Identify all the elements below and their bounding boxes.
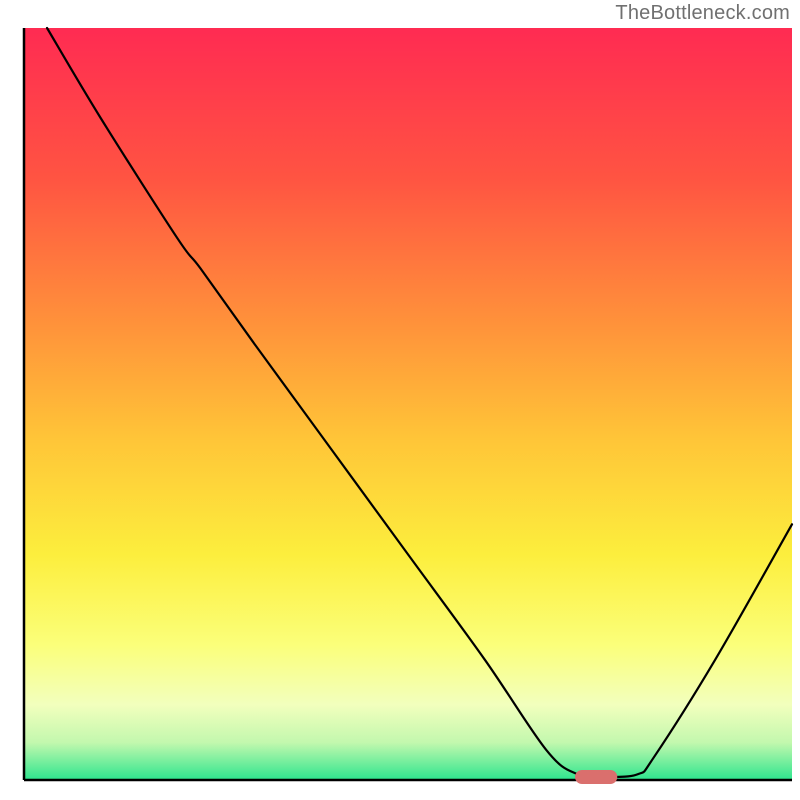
bottleneck-chart (0, 0, 800, 800)
gradient-background (24, 28, 792, 780)
chart-svg (0, 0, 800, 800)
watermark-text: TheBottleneck.com (615, 2, 790, 25)
optimal-range-marker (575, 770, 617, 784)
